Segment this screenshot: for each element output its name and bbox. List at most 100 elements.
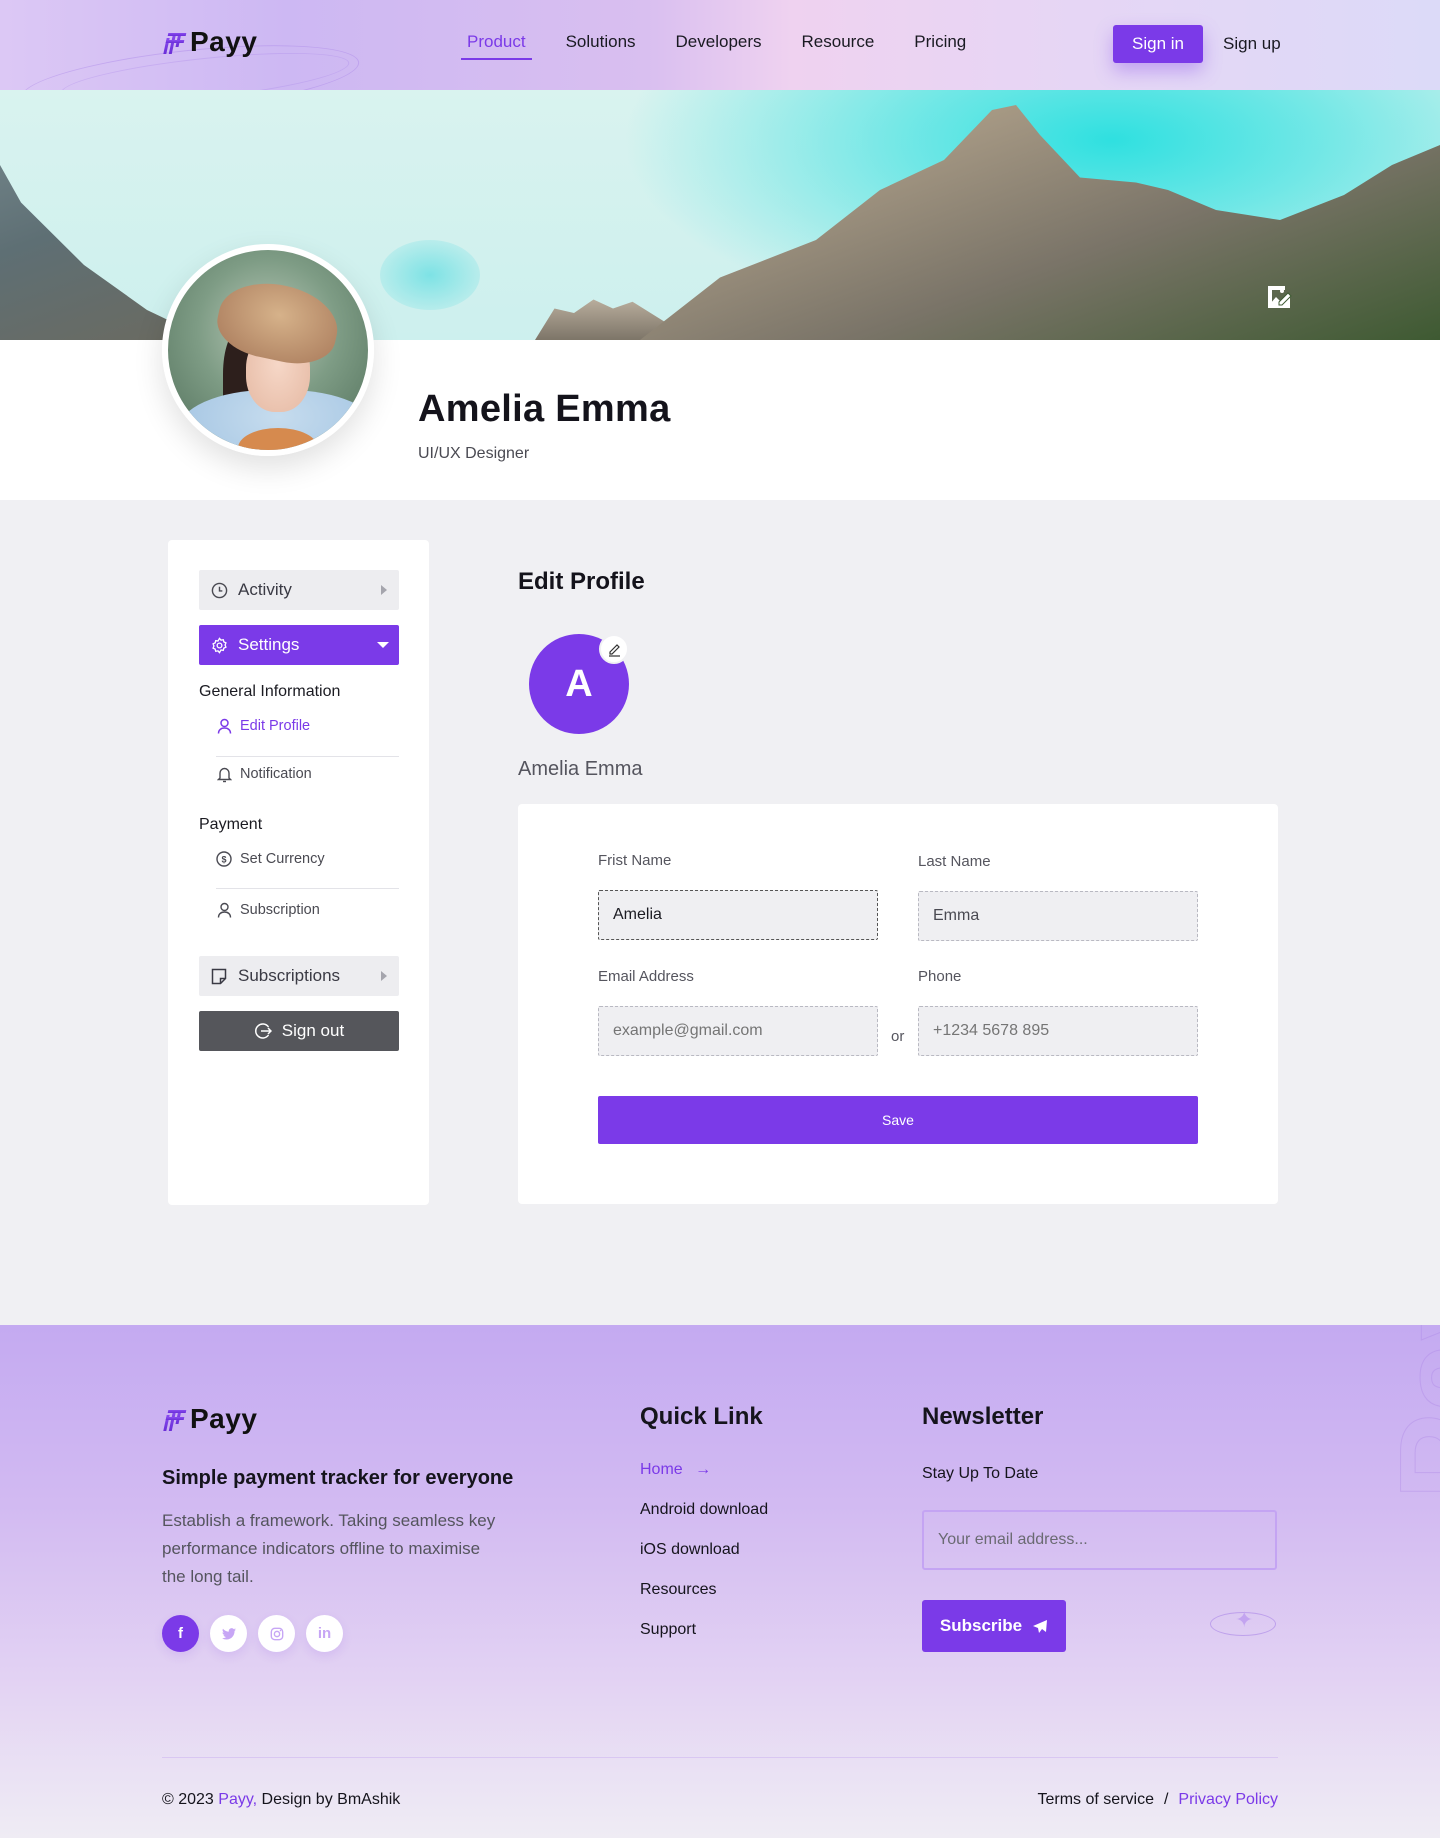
brand-name: Payy [190,26,258,57]
quick-link-android[interactable]: Android download [640,1501,768,1519]
svg-text:$: $ [221,855,226,865]
edit-avatar-button[interactable] [599,634,629,664]
footer-description: Establish a framework. Taking seamless k… [162,1511,496,1586]
sidebar-subitem-subscription[interactable]: Subscription [216,888,399,932]
copyright-suffix: Design by BmAshik [257,1791,401,1808]
sparkle-decoration-icon [1210,1607,1276,1636]
logo-mark-icon [162,1407,188,1431]
brand-name: Payy [190,1403,258,1434]
instagram-icon[interactable] [258,1615,295,1652]
quick-link-support[interactable]: Support [640,1621,696,1639]
profile-form: Frist Name Last Name Email Address or Ph… [518,804,1278,1204]
arrow-right-icon: → [695,1461,712,1478]
note-icon [210,967,228,985]
site-footer: Payy Simple payment tracker for everyone… [0,1325,1440,1838]
subscribe-button[interactable]: Subscribe [922,1600,1066,1652]
first-name-label: Frist Name [598,852,672,869]
sign-out-button[interactable]: Sign out [199,1011,399,1051]
logo-mark-icon [162,30,188,54]
nav-item-developers[interactable]: Developers [670,28,768,60]
legal-separator: / [1163,1791,1169,1808]
sidebar-subitem-label: Subscription [240,902,320,918]
copyright-brand-link[interactable]: Payy, [218,1791,257,1808]
newsletter-email-input[interactable] [922,1510,1277,1570]
sidebar-subitem-label: Edit Profile [240,718,311,734]
paper-plane-icon [1033,1619,1048,1633]
nav-item-resource[interactable]: Resource [796,28,881,60]
phone-input[interactable] [918,1006,1198,1056]
footer-tagline: Simple payment tracker for everyone [162,1467,514,1489]
bell-icon [216,766,232,782]
sidebar-group-general: General Information [199,683,341,700]
sign-in-button[interactable]: Sign in [1113,25,1203,63]
linkedin-icon[interactable]: in [306,1615,343,1652]
main-nav: Product Solutions Developers Resource Pr… [461,28,1000,60]
user-icon [216,902,232,918]
sidebar-subitem-set-currency[interactable]: $ Set Currency [216,837,399,881]
sidebar-item-subscriptions[interactable]: Subscriptions [199,956,399,996]
currency-icon: $ [216,851,232,867]
display-name: Amelia Emma [518,758,643,780]
quick-link-resources[interactable]: Resources [640,1581,716,1599]
sidebar-item-label: Settings [238,635,300,654]
top-navbar: Payy Product Solutions Developers Resour… [0,0,1440,90]
nav-item-solutions[interactable]: Solutions [560,28,642,60]
sidebar-item-activity[interactable]: Activity [199,570,399,610]
chevron-right-icon [381,585,387,595]
profile-role: UI/UX Designer [418,445,530,462]
last-name-label: Last Name [918,853,991,870]
banner-cloud [380,240,480,310]
twitter-icon[interactable] [210,1615,247,1652]
sidebar-item-label: Activity [238,580,292,599]
sidebar-subitem-edit-profile[interactable]: Edit Profile [216,704,399,748]
privacy-link[interactable]: Privacy Policy [1178,1791,1278,1809]
phone-label: Phone [918,968,962,985]
first-name-input[interactable] [598,890,878,940]
footer-brand-logo[interactable]: Payy [162,1403,257,1435]
newsletter-title: Newsletter [922,1403,1044,1430]
email-label: Email Address [598,968,694,985]
main-content: Activity Settings General Information Ed… [0,500,1440,1325]
last-name-input[interactable] [918,891,1198,941]
profile-name: Amelia Emma [418,388,671,430]
pencil-icon [608,643,620,657]
sidebar-subitem-notification[interactable]: Notification [216,752,399,796]
sidebar-item-settings[interactable]: Settings [199,625,399,665]
quick-link-ios[interactable]: iOS download [640,1541,740,1559]
or-separator: or [891,1028,905,1045]
quick-link-title: Quick Link [640,1403,763,1430]
chevron-down-icon [377,642,389,648]
brand-watermark: Payy [1372,1325,1440,1501]
sidebar-subitem-label: Set Currency [240,851,325,867]
clock-icon [210,581,228,599]
sidebar-subitem-label: Notification [240,766,312,782]
sidebar-item-label: Subscriptions [238,966,341,985]
sign-out-icon [254,1022,272,1040]
quick-link-home[interactable]: Home → [640,1461,711,1479]
sign-out-label: Sign out [281,1021,345,1040]
settings-sidebar: Activity Settings General Information Ed… [168,540,429,1205]
save-button[interactable]: Save [598,1096,1198,1144]
section-title: Edit Profile [518,568,645,595]
email-input[interactable] [598,1006,878,1056]
user-icon [216,718,232,734]
social-links: f in [162,1615,343,1652]
terms-link[interactable]: Terms of service [1038,1791,1154,1809]
legal-links: Terms of service / Privacy Policy [1038,1791,1279,1809]
copyright: © 2023 Payy, Design by BmAshik [162,1791,400,1809]
chevron-right-icon [381,971,387,981]
quick-link-label: Home [640,1461,683,1478]
nav-item-pricing[interactable]: Pricing [908,28,972,60]
copyright-prefix: © 2023 [162,1791,219,1808]
profile-avatar [162,244,374,456]
image-edit-icon[interactable] [1265,282,1293,310]
sidebar-group-payment: Payment [199,816,263,833]
gear-icon [210,636,228,654]
brand-logo[interactable]: Payy [162,26,257,58]
subscribe-label: Subscribe [939,1616,1023,1635]
newsletter-subtitle: Stay Up To Date [922,1465,1039,1482]
nav-item-product[interactable]: Product [461,28,532,60]
sign-up-button[interactable]: Sign up [1223,34,1281,54]
facebook-icon[interactable]: f [162,1615,199,1652]
footer-divider [162,1757,1278,1758]
